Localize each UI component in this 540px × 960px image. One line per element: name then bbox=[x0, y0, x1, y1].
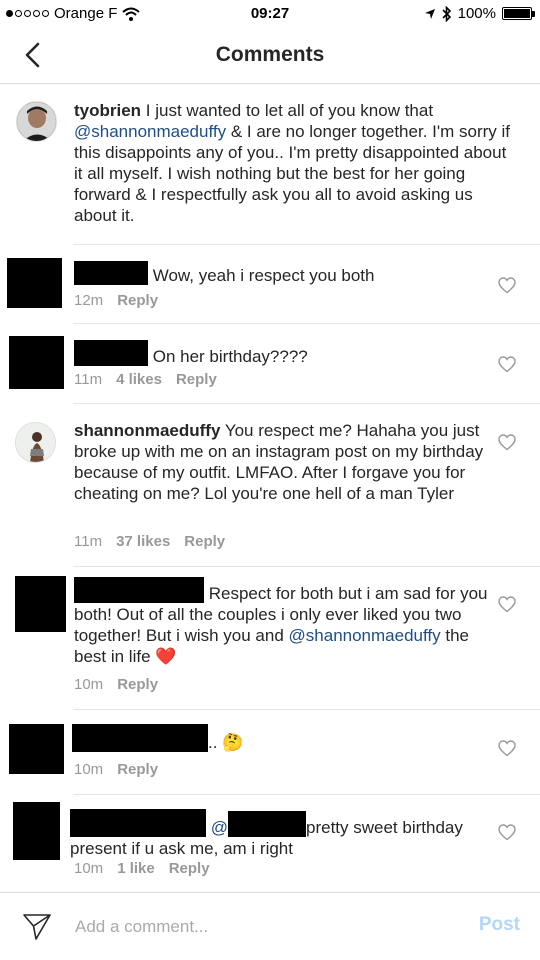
caption-username[interactable]: tyobrien bbox=[74, 101, 141, 120]
comment-text: Wow, yeah i respect you both bbox=[74, 261, 494, 286]
comment-input[interactable] bbox=[75, 916, 455, 938]
redacted-username bbox=[74, 340, 148, 366]
comment-item: Respect for both but i am sad for you bo… bbox=[0, 567, 540, 709]
reply-button[interactable]: Reply bbox=[176, 371, 217, 388]
battery-icon bbox=[502, 7, 535, 20]
comment-text: shannonmaeduffy You respect me? Hahaha y… bbox=[74, 420, 494, 504]
likes-count[interactable]: 1 like bbox=[117, 860, 155, 877]
comment-composer: Post bbox=[0, 892, 540, 960]
comment-text: Respect for both but i am sad for you bo… bbox=[74, 577, 494, 667]
heart-icon[interactable] bbox=[498, 277, 516, 294]
comment-time: 10m bbox=[74, 860, 104, 877]
redacted-mention bbox=[228, 811, 306, 837]
avatar[interactable] bbox=[15, 422, 56, 463]
comment-mention[interactable]: @shannonmaeduffy bbox=[289, 626, 441, 645]
reply-button[interactable]: Reply bbox=[169, 860, 210, 877]
likes-count[interactable]: 37 likes bbox=[116, 533, 170, 550]
redacted-username bbox=[70, 809, 206, 837]
avatar[interactable] bbox=[16, 101, 57, 142]
comment-mention-prefix[interactable]: @ bbox=[211, 818, 228, 837]
battery-percent: 100% bbox=[457, 5, 496, 22]
nav-bar: Comments bbox=[0, 28, 540, 84]
comment-meta: 10m Reply bbox=[74, 761, 158, 778]
comment-time: 10m bbox=[74, 676, 104, 693]
comment-meta: 12m Reply bbox=[74, 292, 158, 309]
avatar-redacted bbox=[7, 258, 62, 308]
comment-text: @ pretty sweet birthday present if u ask … bbox=[70, 809, 500, 859]
reply-button[interactable]: Reply bbox=[184, 533, 225, 550]
redacted-username bbox=[74, 261, 148, 285]
reply-button[interactable]: Reply bbox=[117, 761, 158, 778]
redacted-username bbox=[74, 577, 204, 603]
comment-time: 11m bbox=[74, 533, 103, 550]
reply-button[interactable]: Reply bbox=[117, 292, 158, 309]
reply-button[interactable]: Reply bbox=[117, 676, 158, 693]
comment-username[interactable]: shannonmaeduffy bbox=[74, 421, 220, 440]
avatar-redacted bbox=[9, 724, 64, 774]
comment-body: On her birthday???? bbox=[152, 347, 308, 366]
avatar-redacted bbox=[15, 576, 66, 632]
comment-meta: 11m 37 likes Reply bbox=[74, 533, 225, 550]
comment-item: @ pretty sweet birthday present if u ask … bbox=[0, 795, 540, 891]
comment-item: On her birthday???? 11m 4 likes Reply bbox=[0, 324, 540, 403]
avatar-photo bbox=[16, 423, 55, 462]
comment-item: Wow, yeah i respect you both 12m Reply bbox=[0, 245, 540, 323]
heart-icon[interactable] bbox=[498, 740, 516, 757]
bluetooth-icon bbox=[442, 5, 451, 22]
heart-icon[interactable] bbox=[498, 596, 516, 613]
page-title: Comments bbox=[215, 43, 325, 66]
comment-text: .. 🤔 bbox=[72, 724, 492, 753]
comment-meta: 10m 1 like Reply bbox=[74, 860, 210, 877]
heart-icon[interactable] bbox=[498, 356, 516, 373]
avatar-photo bbox=[17, 102, 56, 141]
redacted-username bbox=[72, 724, 208, 752]
location-arrow-icon bbox=[424, 8, 435, 19]
heart-emoji: ❤️ bbox=[155, 647, 177, 666]
caption-text: tyobrien I just wanted to let all of you… bbox=[74, 100, 514, 226]
thinking-emoji: 🤔 bbox=[222, 733, 244, 752]
avatar-redacted bbox=[9, 336, 64, 389]
heart-icon[interactable] bbox=[498, 824, 516, 841]
comment-meta: 10m Reply bbox=[74, 676, 158, 693]
comment-time: 10m bbox=[74, 761, 104, 778]
heart-icon[interactable] bbox=[498, 434, 516, 451]
caption-text-1: I just wanted to let all of you know tha… bbox=[141, 101, 434, 120]
status-bar: Orange F 09:27 100% bbox=[0, 0, 540, 28]
direct-send-icon[interactable] bbox=[22, 913, 52, 941]
comment-time: 12m bbox=[74, 292, 104, 309]
comment-time: 11m bbox=[74, 371, 103, 388]
comment-meta: 11m 4 likes Reply bbox=[74, 371, 217, 388]
comment-body: Wow, yeah i respect you both bbox=[152, 266, 375, 285]
post-button[interactable]: Post bbox=[479, 914, 520, 936]
comment-item: shannonmaeduffy You respect me? Hahaha y… bbox=[0, 404, 540, 566]
caption-mention[interactable]: @shannonmaeduffy bbox=[74, 122, 226, 141]
status-right: 100% bbox=[424, 5, 535, 22]
comment-body: .. bbox=[208, 733, 218, 752]
comment-text: On her birthday???? bbox=[74, 340, 494, 367]
caption: tyobrien I just wanted to let all of you… bbox=[0, 85, 540, 245]
likes-count[interactable]: 4 likes bbox=[116, 371, 162, 388]
comment-item: .. 🤔 10m Reply bbox=[0, 710, 540, 794]
avatar-redacted bbox=[13, 802, 60, 860]
